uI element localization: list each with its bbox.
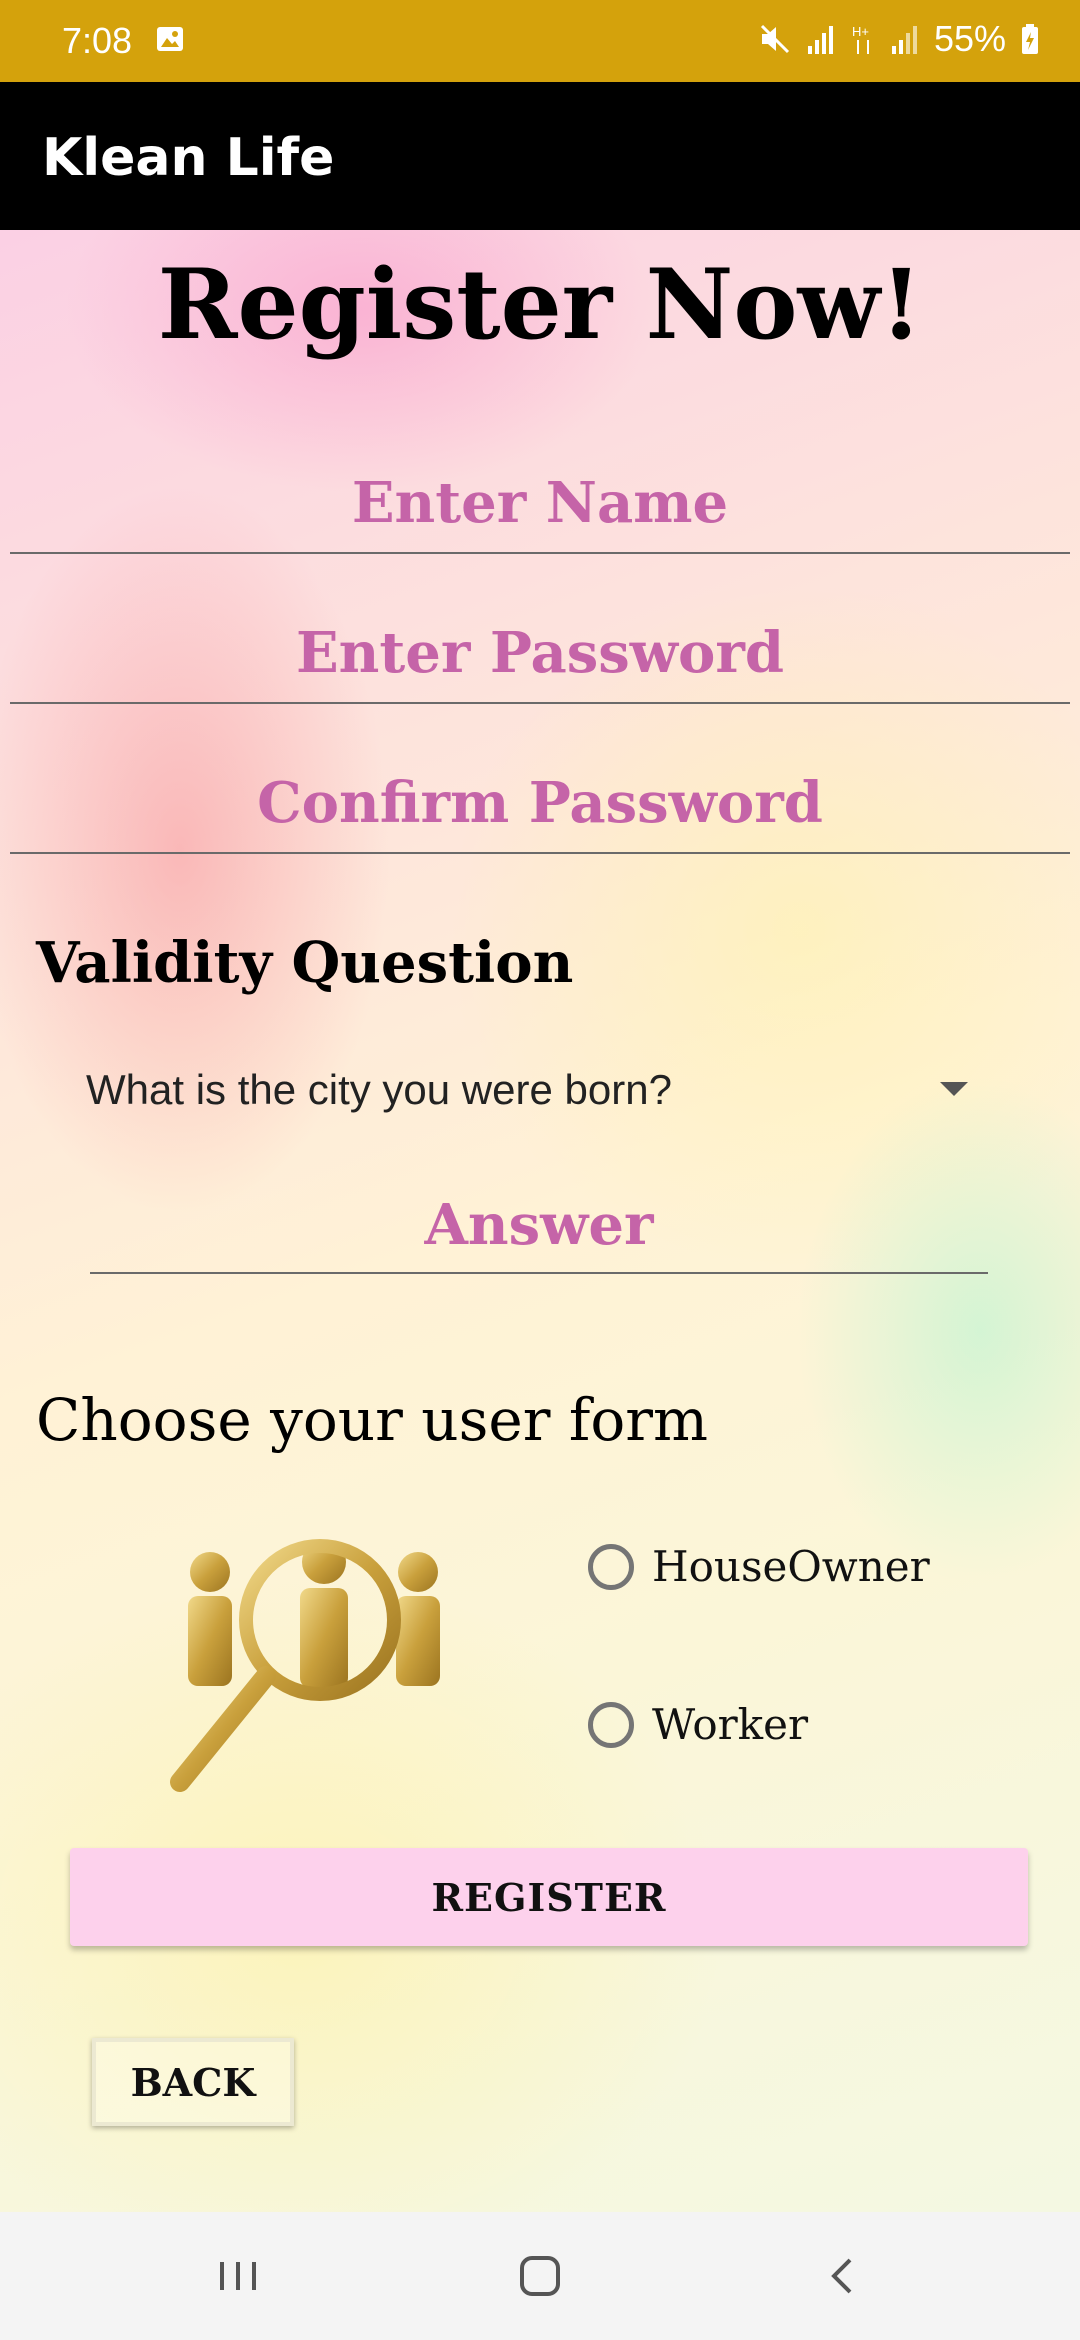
password-field-hint: Enter Password: [295, 620, 785, 686]
user-search-icon: [170, 1539, 440, 1792]
register-screen: Register Now! Enter Name Enter Password …: [0, 230, 1080, 2212]
dropdown-arrow-icon: [940, 1082, 968, 1096]
data-hplus-icon: H+: [852, 24, 869, 54]
user-form-label: Choose your user form: [36, 1386, 709, 1454]
svg-text:H+: H+: [852, 24, 869, 39]
status-time: 7:08: [62, 20, 133, 61]
register-button[interactable]: REGISTER: [70, 1848, 1028, 1946]
radio-houseowner-label: HouseOwner: [652, 1542, 930, 1591]
home-icon[interactable]: [510, 2246, 570, 2306]
radio-circle[interactable]: [588, 1543, 634, 1590]
battery-percentage: 55%: [933, 18, 1006, 59]
app-title: Klean Life: [42, 128, 335, 188]
back-button[interactable]: BACK: [92, 2038, 294, 2126]
validity-question-label: Validity Question: [36, 930, 574, 996]
recents-icon[interactable]: [208, 2246, 268, 2306]
radio-worker[interactable]: Worker: [588, 1700, 808, 1749]
confirm-password-field[interactable]: Confirm Password: [10, 770, 1070, 854]
validity-question-spinner[interactable]: What is the city you were born?: [86, 1060, 986, 1136]
battery-charging-icon: [1022, 24, 1038, 54]
radio-worker-label: Worker: [652, 1700, 809, 1749]
answer-field[interactable]: Answer: [90, 1192, 988, 1274]
radio-circle[interactable]: [588, 1701, 634, 1748]
signal-icon: [891, 26, 917, 54]
spinner-selected-value: What is the city you were born?: [86, 1066, 672, 1113]
status-icons: H+ 55%: [758, 18, 1040, 60]
password-field[interactable]: Enter Password: [10, 620, 1070, 704]
app-bar: Klean Life: [0, 82, 1080, 230]
answer-field-hint: Answer: [424, 1192, 654, 1258]
status-bar: 7:08 H+ 55%: [0, 0, 1080, 82]
radio-houseowner[interactable]: HouseOwner: [588, 1542, 930, 1591]
mute-icon: [760, 24, 789, 54]
page-title: Register Now!: [157, 248, 923, 361]
gallery-icon: [157, 27, 183, 51]
navigation-bar: [0, 2212, 1080, 2340]
signal-icon: [807, 26, 833, 54]
confirm-password-field-hint: Confirm Password: [257, 770, 823, 836]
name-field[interactable]: Enter Name: [10, 470, 1070, 554]
back-icon[interactable]: [814, 2246, 874, 2306]
name-field-hint: Enter Name: [351, 470, 729, 536]
